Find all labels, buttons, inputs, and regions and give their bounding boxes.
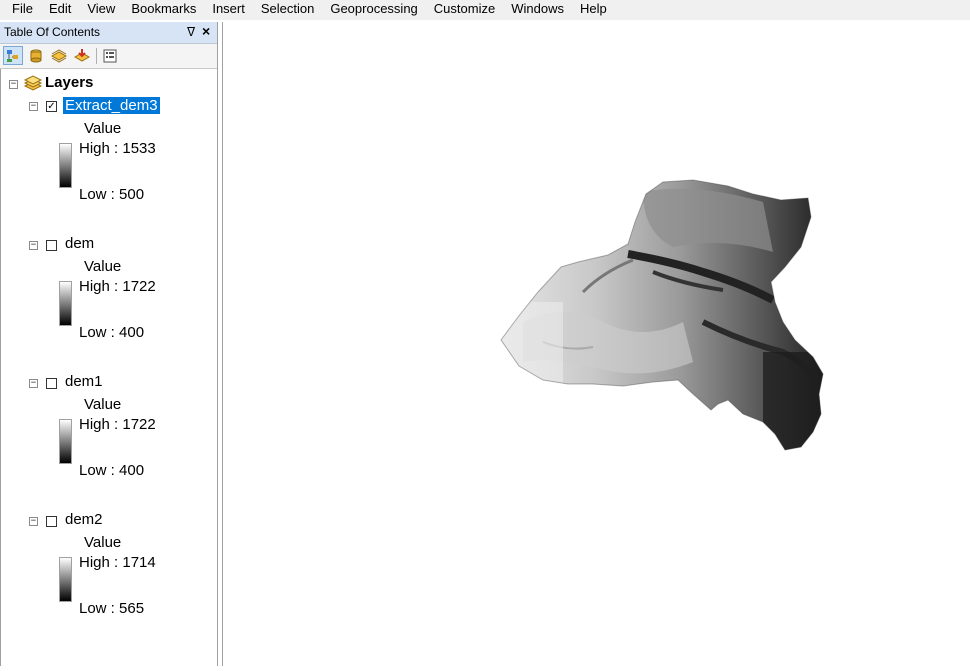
legend-high-label: High : 1714 (79, 554, 156, 571)
legend-low-label: Low : 565 (79, 600, 145, 617)
menu-geoprocessing[interactable]: Geoprocessing (322, 0, 425, 20)
menu-bookmarks[interactable]: Bookmarks (123, 0, 204, 20)
legend-field-label: Value (84, 258, 122, 275)
menu-customize[interactable]: Customize (426, 0, 503, 20)
collapse-layer-dem-toggle[interactable]: − (29, 241, 38, 250)
color-ramp-swatch (59, 557, 72, 602)
toc-title: Table Of Contents (4, 25, 101, 39)
layer-name-extract-dem3[interactable]: Extract_dem3 (63, 97, 160, 114)
layer-name-dem1[interactable]: dem1 (65, 373, 103, 390)
toolbar-separator (96, 48, 97, 64)
layer-name-dem2[interactable]: dem2 (65, 511, 103, 528)
layer-name-dem[interactable]: dem (65, 235, 94, 252)
list-by-source-icon[interactable] (26, 46, 46, 65)
layer-visibility-checkbox-extract-dem3[interactable]: ✓ (46, 101, 57, 112)
legend-low-label: Low : 400 (79, 324, 145, 341)
menu-edit[interactable]: Edit (41, 0, 79, 20)
toc-title-bar: Table Of Contents ᐁ × (0, 22, 217, 44)
legend-high-label: High : 1533 (79, 140, 156, 157)
legend-low-label: Low : 400 (79, 462, 145, 479)
layers-root-label[interactable]: Layers (45, 74, 93, 91)
pin-icon[interactable]: ᐁ (187, 22, 195, 43)
layer-visibility-checkbox-dem[interactable] (46, 240, 57, 251)
menu-bar: File Edit View Bookmarks Insert Selectio… (0, 0, 970, 20)
legend-high-label: High : 1722 (79, 416, 156, 433)
layer-visibility-checkbox-dem2[interactable] (46, 516, 57, 527)
menu-view[interactable]: View (79, 0, 123, 20)
list-by-selection-icon[interactable] (72, 46, 92, 65)
legend-field-label: Value (84, 120, 122, 137)
color-ramp-swatch (59, 419, 72, 464)
color-ramp-swatch (59, 281, 72, 326)
list-by-visibility-icon[interactable] (49, 46, 69, 65)
legend-field-label: Value (84, 534, 122, 551)
menu-file[interactable]: File (0, 0, 41, 20)
legend-field-label: Value (84, 396, 122, 413)
menu-selection[interactable]: Selection (253, 0, 322, 20)
legend-low-label: Low : 500 (79, 186, 145, 203)
close-icon[interactable]: × (202, 21, 210, 42)
legend-high-label: High : 1722 (79, 278, 156, 295)
options-icon[interactable] (100, 46, 120, 65)
collapse-layer-dem1-toggle[interactable]: − (29, 379, 38, 388)
menu-insert[interactable]: Insert (204, 0, 253, 20)
list-by-drawing-order-icon[interactable] (3, 46, 23, 65)
layers-group-icon (23, 75, 43, 96)
menu-help[interactable]: Help (572, 0, 615, 20)
toc-tree: − Layers − ✓ Extract_dem3 Value High : 1… (0, 69, 216, 666)
map-display[interactable] (222, 22, 970, 666)
collapse-layer-extract-dem3-toggle[interactable]: − (29, 102, 38, 111)
collapse-layer-dem2-toggle[interactable]: − (29, 517, 38, 526)
color-ramp-swatch (59, 143, 72, 188)
collapse-layers-toggle[interactable]: − (9, 80, 18, 89)
toc-toolbar (0, 44, 217, 69)
table-of-contents-panel: Table Of Contents ᐁ × − Layers − ✓ Extra… (0, 22, 218, 666)
dem-raster-image (500, 179, 824, 451)
menu-windows[interactable]: Windows (503, 0, 572, 20)
layer-visibility-checkbox-dem1[interactable] (46, 378, 57, 389)
